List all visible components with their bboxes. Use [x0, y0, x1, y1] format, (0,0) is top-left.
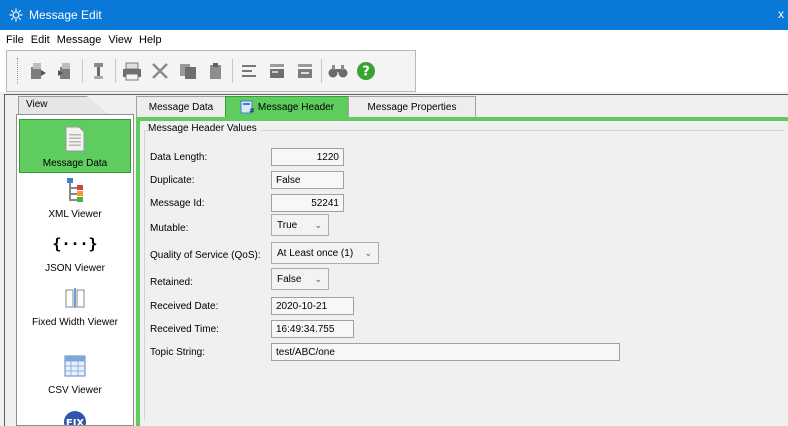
view-item-label: Message Data — [42, 158, 108, 169]
insert-icon[interactable] — [265, 59, 289, 83]
received-date-row: Received Date: — [150, 297, 218, 315]
toolbar: ? — [6, 50, 416, 92]
svg-text:#: # — [249, 107, 254, 114]
delete-icon[interactable] — [293, 59, 317, 83]
view-list: Message Data XML Viewer {···} JSON Viewe… — [16, 114, 134, 426]
view-item-fix-viewer[interactable]: FIX — [19, 407, 131, 426]
data-length-label: Data Length: — [150, 151, 208, 163]
topic-string-label: Topic String: — [150, 346, 206, 358]
mutable-row: Mutable: — [150, 217, 188, 239]
retained-row: Retained: — [150, 271, 193, 293]
duplicate-row: Duplicate: — [150, 171, 194, 189]
qos-select[interactable]: At Least once (1) ⌄ — [271, 242, 379, 264]
menu-message[interactable]: Message — [57, 34, 102, 46]
tab-label: Message Header — [257, 101, 335, 113]
fix-icon: FIX — [60, 407, 90, 426]
help-icon[interactable]: ? — [354, 59, 378, 83]
tab-content: Message Header Values Data Length: 1220 … — [136, 117, 788, 426]
view-tab[interactable]: View — [18, 96, 88, 114]
document-icon — [60, 124, 90, 154]
view-item-json-viewer[interactable]: {···} JSON Viewer — [19, 229, 131, 274]
received-date-label: Received Date: — [150, 300, 219, 312]
message-id-label: Message Id: — [150, 197, 205, 209]
columns-icon — [60, 283, 90, 313]
group-title: Message Header Values — [148, 123, 261, 134]
data-length-field[interactable]: 1220 — [271, 148, 344, 166]
tree-icon — [60, 175, 90, 205]
paste-icon[interactable] — [204, 59, 228, 83]
retained-select[interactable]: False ⌄ — [271, 268, 329, 290]
svg-text:?: ? — [362, 65, 370, 80]
retained-label: Retained: — [150, 276, 193, 288]
menu-bar: File Edit Message View Help — [0, 30, 788, 50]
format-icon[interactable] — [87, 59, 111, 83]
grid-icon — [60, 351, 90, 381]
tab-message-properties[interactable]: Message Properties — [348, 96, 476, 118]
message-id-field[interactable]: 52241 — [271, 194, 344, 212]
view-tab-slope — [87, 96, 109, 114]
window-title: Message Edit — [29, 8, 102, 22]
topic-string-row: Topic String: — [150, 343, 205, 361]
qos-label: Quality of Service (QoS): — [150, 249, 261, 261]
tab-label: Message Properties — [367, 101, 457, 113]
data-length-row: Data Length: — [150, 148, 207, 166]
message-id-row: Message Id: — [150, 194, 204, 212]
export-icon[interactable] — [54, 59, 78, 83]
mutable-select[interactable]: True ⌄ — [271, 214, 329, 236]
chevron-down-icon: ⌄ — [314, 274, 322, 284]
app-icon — [9, 8, 23, 22]
view-item-csv-viewer[interactable]: CSV Viewer — [19, 351, 131, 396]
header-values-panel: Message Header Values Data Length: 1220 … — [140, 121, 788, 426]
find-icon[interactable] — [326, 59, 350, 83]
qos-value: At Least once (1) — [277, 247, 354, 259]
duplicate-field[interactable]: False — [271, 171, 344, 189]
view-panel: View Message Data XML Viewer {···} JSON … — [16, 96, 134, 426]
menu-edit[interactable]: Edit — [31, 34, 50, 46]
view-item-fixed-width-viewer[interactable]: Fixed Width Viewer — [19, 283, 131, 329]
view-item-label: JSON Viewer — [45, 263, 105, 274]
header-tab-icon: # — [240, 100, 254, 114]
align-icon[interactable] — [237, 59, 261, 83]
group-border — [144, 130, 145, 420]
topic-string-field[interactable]: test/ABC/one — [271, 343, 620, 361]
view-item-xml-viewer[interactable]: XML Viewer — [19, 175, 131, 220]
toolbar-separator — [115, 59, 116, 83]
toolbar-separator — [82, 59, 83, 83]
toolbar-separator — [232, 59, 233, 83]
tab-message-header[interactable]: # Message Header — [225, 96, 349, 118]
chevron-down-icon: ⌄ — [364, 248, 372, 258]
title-bar: Message Edit x — [0, 0, 788, 30]
svg-text:FIX: FIX — [66, 418, 85, 426]
print-icon[interactable] — [120, 59, 144, 83]
cut-icon[interactable] — [148, 59, 172, 83]
menu-file[interactable]: File — [6, 34, 24, 46]
copy-icon[interactable] — [176, 59, 200, 83]
mutable-value: True — [277, 219, 298, 231]
received-date-field[interactable]: 2020-10-21 — [271, 297, 354, 315]
qos-row: Quality of Service (QoS): — [150, 244, 261, 266]
received-time-row: Received Time: — [150, 320, 219, 338]
menu-help[interactable]: Help — [139, 34, 162, 46]
duplicate-label: Duplicate: — [150, 174, 195, 186]
received-time-field[interactable]: 16:49:34.755 — [271, 320, 354, 338]
toolbar-grip[interactable] — [17, 58, 20, 84]
mutable-label: Mutable: — [150, 222, 189, 234]
view-item-label: Fixed Width Viewer — [32, 317, 118, 328]
menu-view[interactable]: View — [108, 34, 132, 46]
close-button[interactable]: x — [778, 7, 784, 21]
tab-message-data[interactable]: Message Data — [136, 96, 226, 118]
received-time-label: Received Time: — [150, 323, 219, 335]
tab-label: Message Data — [148, 101, 214, 113]
view-item-label: XML Viewer — [48, 209, 102, 220]
view-item-label: CSV Viewer — [48, 385, 102, 396]
view-item-message-data[interactable]: Message Data — [19, 119, 131, 173]
chevron-down-icon: ⌄ — [314, 220, 322, 230]
braces-icon: {···} — [52, 235, 98, 253]
import-icon[interactable] — [26, 59, 50, 83]
retained-value: False — [277, 273, 302, 285]
toolbar-separator — [321, 59, 322, 83]
